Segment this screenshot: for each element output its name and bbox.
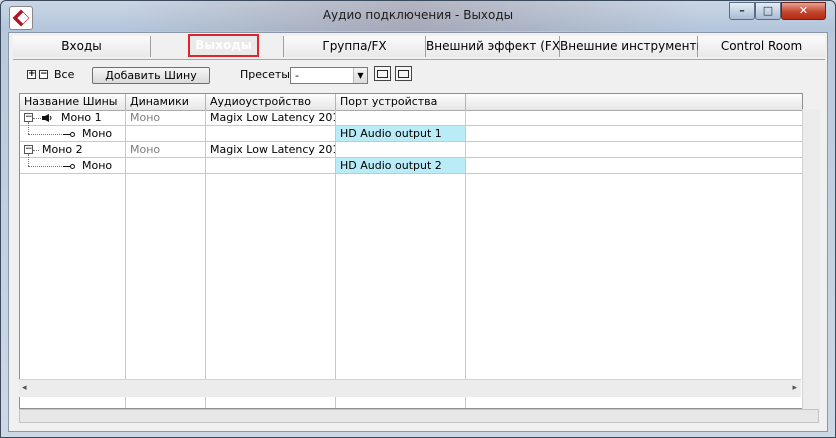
tab-external-fx[interactable]: Внешний эффект (FX) xyxy=(426,36,565,57)
bus-name: Моно 1 xyxy=(61,111,102,124)
scroll-left-icon[interactable]: ◂ xyxy=(22,383,27,393)
device-port-value[interactable] xyxy=(336,110,465,125)
tab-group-fx[interactable]: Группа/FX xyxy=(284,36,426,57)
collapse-icon[interactable]: − xyxy=(24,145,33,154)
active-tab-highlight[interactable]: Выходы xyxy=(188,34,259,57)
speakers-value xyxy=(126,126,205,141)
all-label: Все xyxy=(54,68,75,81)
channel-port-icon xyxy=(63,164,75,169)
channel-port-icon xyxy=(63,132,75,137)
delete-preset-button[interactable] xyxy=(395,66,412,81)
maximize-button[interactable]: □ xyxy=(755,2,781,20)
collapse-icon[interactable]: − xyxy=(24,113,33,122)
channel-name: Моно xyxy=(82,159,113,172)
table-row[interactable]: Моно HD Audio output 1 xyxy=(20,122,802,142)
column-header-speakers[interactable]: Динамики xyxy=(126,94,206,110)
tab-divider xyxy=(13,59,825,60)
presets-label: Пресеты xyxy=(240,68,290,81)
speakers-value[interactable]: Моно xyxy=(126,110,205,125)
close-button[interactable]: ✕ xyxy=(781,2,826,20)
scroll-right-icon[interactable]: ▸ xyxy=(792,383,797,393)
speakers-value[interactable]: Моно xyxy=(126,142,205,157)
client-area: Входы Выходы Группа/FX Внешний эффект (F… xyxy=(8,32,828,432)
device-port-value[interactable]: HD Audio output 2 xyxy=(336,158,465,173)
presets-select[interactable]: - ▼ xyxy=(290,67,368,84)
audio-device-value[interactable]: Magix Low Latency 2016 xyxy=(206,110,335,125)
tab-external-instruments[interactable]: Внешние инструменты xyxy=(560,36,706,57)
table-row[interactable]: − Моно 1 Моно Magix Low Latency 2016 xyxy=(20,110,802,126)
bus-name: Моно 2 xyxy=(42,143,83,156)
minimize-button[interactable]: – xyxy=(729,2,755,20)
table-header: Название Шины Динамики Аудиоустройство П… xyxy=(20,94,802,111)
delete-preset-icon xyxy=(398,70,409,78)
chevron-down-icon[interactable]: ▼ xyxy=(353,68,367,83)
toolbar: + − Все Добавить Шину Пресеты - ▼ xyxy=(9,63,827,87)
expand-all-icon[interactable]: + xyxy=(27,70,36,79)
audio-connections-window: Аудио подключения - Выходы – □ ✕ Входы В… xyxy=(0,0,836,438)
add-bus-button[interactable]: Добавить Шину xyxy=(92,67,210,84)
save-preset-icon xyxy=(377,70,388,78)
audio-device-value xyxy=(206,126,335,141)
audio-device-value[interactable]: Magix Low Latency 2016 xyxy=(206,142,335,157)
bus-table: Название Шины Динамики Аудиоустройство П… xyxy=(19,93,803,409)
tab-inputs[interactable]: Входы xyxy=(13,36,151,57)
tab-control-room[interactable]: Control Room xyxy=(698,36,825,57)
audio-device-value xyxy=(206,158,335,173)
column-header-device-port[interactable]: Порт устройства xyxy=(336,94,466,110)
device-port-value[interactable] xyxy=(336,142,465,157)
save-preset-button[interactable] xyxy=(374,66,391,81)
title-bar[interactable]: Аудио подключения - Выходы – □ ✕ xyxy=(1,1,835,31)
window-title: Аудио подключения - Выходы xyxy=(322,8,514,22)
table-row[interactable]: Моно HD Audio output 2 xyxy=(20,154,802,174)
column-header-bus-name[interactable]: Название Шины xyxy=(20,94,126,110)
device-port-value[interactable]: HD Audio output 1 xyxy=(336,126,465,141)
collapse-all-icon[interactable]: − xyxy=(39,70,48,79)
column-header-audio-device[interactable]: Аудиоустройство xyxy=(206,94,336,110)
tab-bar: Входы Выходы Группа/FX Внешний эффект (F… xyxy=(13,36,825,58)
table-row[interactable]: − Моно 2 Моно Magix Low Latency 2016 xyxy=(20,142,802,158)
status-strip xyxy=(19,409,819,423)
speakers-value xyxy=(126,158,205,173)
channel-name: Моно xyxy=(82,127,113,140)
vertical-scrollbar[interactable] xyxy=(802,109,820,409)
horizontal-scrollbar[interactable]: ◂ ▸ xyxy=(19,379,801,397)
speaker-icon xyxy=(42,114,52,122)
